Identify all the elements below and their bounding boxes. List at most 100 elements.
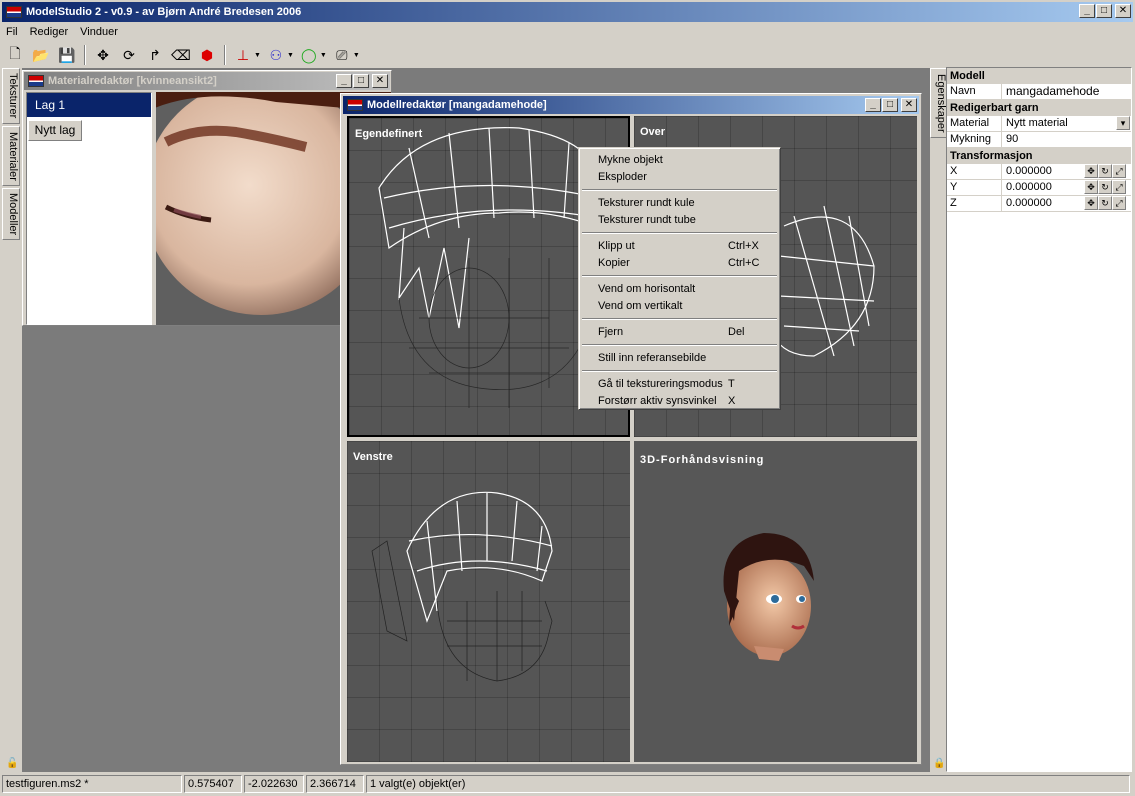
name-field[interactable]: mangadamehode xyxy=(1002,84,1131,99)
axis-dropdown-icon[interactable]: ▼ xyxy=(254,52,261,59)
scale-icon[interactable]: ⤢ xyxy=(1112,196,1126,210)
model-editor-title-bar[interactable]: Modellredaktør [mangadamehode] _ □ ✕ xyxy=(343,96,919,114)
scale-icon[interactable]: ⤢ xyxy=(1112,180,1126,194)
menu-item-label: Teksturer rundt kule xyxy=(598,196,695,209)
x-field[interactable]: 0.000000 xyxy=(1002,164,1084,179)
open-folder-icon[interactable]: 📂 xyxy=(30,44,52,66)
menu-item-label: Still inn referansebilde xyxy=(598,351,707,364)
property-key: Y xyxy=(947,180,1002,195)
scale-icon[interactable]: ⤢ xyxy=(1112,164,1126,178)
rotate-tool-icon[interactable]: ⟳ xyxy=(118,44,140,66)
menu-item-label: Klipp ut xyxy=(598,239,635,252)
menu-fil[interactable]: Fil xyxy=(0,26,24,38)
menu-item-copy[interactable]: Kopier Ctrl+C xyxy=(582,254,777,271)
viewport-left[interactable]: Venstre xyxy=(347,441,630,762)
rotate-icon[interactable]: ↻ xyxy=(1098,164,1112,178)
model-editor-title: Modellredaktør [mangadamehode] xyxy=(367,99,547,111)
new-layer-button[interactable]: Nytt lag xyxy=(28,120,82,141)
menu-item-shortcut: Ctrl+X xyxy=(728,239,759,252)
menu-item-label: Forstørr aktiv synsvinkel xyxy=(598,394,717,407)
rotate-icon[interactable]: ↻ xyxy=(1098,180,1112,194)
status-x: 0.575407 xyxy=(184,775,242,793)
tab-modeller[interactable]: Modeller xyxy=(2,188,20,240)
menu-item-shortcut: X xyxy=(728,394,736,407)
maximize-button[interactable]: □ xyxy=(1096,4,1112,18)
section-transform-header: Transformasjon xyxy=(947,148,1131,164)
chevron-down-icon[interactable]: ▾ xyxy=(1116,116,1130,130)
status-bar: testfiguren.ms2 * 0.575407 -2.022630 2.3… xyxy=(0,774,1135,794)
sphere-icon[interactable]: ◯ xyxy=(298,44,320,66)
lock-icon[interactable]: 🔓 xyxy=(6,758,18,769)
axis-icon[interactable]: ⊥ xyxy=(232,44,254,66)
move-icon[interactable]: ✥ xyxy=(1084,164,1098,178)
camera-icon[interactable]: ⎚ xyxy=(331,44,353,66)
status-selection: 1 valgt(e) objekt(er) xyxy=(366,775,1130,793)
sphere-dropdown-icon[interactable]: ▼ xyxy=(320,52,327,59)
move-icon[interactable]: ✥ xyxy=(1084,180,1098,194)
maximize-button[interactable]: □ xyxy=(882,98,898,112)
menu-bar: Fil Rediger Vinduer xyxy=(0,22,124,41)
new-file-icon[interactable]: 🗋 xyxy=(4,44,26,66)
property-row-z: Z 0.000000 ✥ ↻ ⤢ xyxy=(947,196,1131,212)
status-y: -2.022630 xyxy=(244,775,304,793)
menu-rediger[interactable]: Rediger xyxy=(24,26,75,38)
menu-item-texture-tube[interactable]: Teksturer rundt tube xyxy=(582,211,777,228)
status-file: testfiguren.ms2 * xyxy=(2,775,182,793)
smoothing-field[interactable]: 90 xyxy=(1002,132,1131,147)
left-side-tabs: Teksturer Materialer Modeller xyxy=(2,68,20,242)
close-button[interactable]: ✕ xyxy=(372,74,388,88)
menu-item-texture-sphere[interactable]: Teksturer rundt kule xyxy=(582,194,777,211)
menu-item-maximize-view[interactable]: Forstørr aktiv synsvinkel X xyxy=(582,392,777,409)
move-tool-icon[interactable]: ✥ xyxy=(92,44,114,66)
rotate-icon[interactable]: ↻ xyxy=(1098,196,1112,210)
joint-dropdown-icon[interactable]: ▼ xyxy=(287,52,294,59)
joint-icon[interactable]: ⚇ xyxy=(265,44,287,66)
menu-separator xyxy=(582,366,777,375)
close-button[interactable]: ✕ xyxy=(901,98,917,112)
tab-teksturer[interactable]: Teksturer xyxy=(2,68,20,124)
app-icon xyxy=(6,6,22,18)
save-disk-icon[interactable]: 💾 xyxy=(56,44,78,66)
material-select[interactable]: Nytt material ▾ xyxy=(1002,116,1131,131)
menu-item-texture-mode[interactable]: Gå til tekstureringsmodus T xyxy=(582,375,777,392)
paint-bucket-icon[interactable]: ⬢ xyxy=(196,44,218,66)
minimize-button[interactable]: _ xyxy=(1079,4,1095,18)
z-field[interactable]: 0.000000 xyxy=(1002,196,1084,211)
toolbar-separator xyxy=(224,45,226,65)
menu-separator xyxy=(582,271,777,280)
lock-icon[interactable]: 🔒 xyxy=(933,758,945,769)
menu-item-smooth-object[interactable]: Mykne objekt xyxy=(582,151,777,168)
camera-dropdown-icon[interactable]: ▼ xyxy=(353,52,360,59)
material-editor-window: Materialredaktør [kvinneansikt2] _ □ ✕ L… xyxy=(22,70,392,326)
minimize-button[interactable]: _ xyxy=(865,98,881,112)
app-title-bar[interactable]: ModelStudio 2 - v0.9 - av Bjørn André Br… xyxy=(2,2,1133,22)
layer-item[interactable]: Lag 1 xyxy=(27,93,151,117)
maximize-button[interactable]: □ xyxy=(353,74,369,88)
toolbar-separator xyxy=(84,45,86,65)
property-row-x: X 0.000000 ✥ ↻ ⤢ xyxy=(947,164,1131,180)
menu-vinduer[interactable]: Vinduer xyxy=(74,26,124,38)
app-title: ModelStudio 2 - v0.9 - av Bjørn André Br… xyxy=(26,6,302,18)
minimize-button[interactable]: _ xyxy=(336,74,352,88)
menu-item-flip-horizontal[interactable]: Vend om horisontalt xyxy=(582,280,777,297)
menu-item-explode[interactable]: Eksploder xyxy=(582,168,777,185)
property-key: Z xyxy=(947,196,1002,211)
property-key: Material xyxy=(947,116,1002,131)
move-icon[interactable]: ✥ xyxy=(1084,196,1098,210)
y-field[interactable]: 0.000000 xyxy=(1002,180,1084,195)
menu-item-remove[interactable]: Fjern Del xyxy=(582,323,777,340)
menu-item-cut[interactable]: Klipp ut Ctrl+X xyxy=(582,237,777,254)
viewport-3d-preview[interactable]: 3D-Forhåndsvisning xyxy=(634,441,917,762)
material-editor-title-bar[interactable]: Materialredaktør [kvinneansikt2] _ □ ✕ xyxy=(24,72,390,90)
menu-item-set-reference-image[interactable]: Still inn referansebilde xyxy=(582,349,777,366)
property-row-name: Navn mangadamehode xyxy=(947,84,1131,100)
tab-materialer[interactable]: Materialer xyxy=(2,126,20,186)
menu-item-label: Vend om vertikalt xyxy=(598,299,683,312)
close-button[interactable]: ✕ xyxy=(1115,4,1131,18)
eraser-tool-icon[interactable]: ⌫ xyxy=(170,44,192,66)
context-menu: Mykne objekt Eksploder Teksturer rundt k… xyxy=(578,147,781,410)
scale-tool-icon[interactable]: ↱ xyxy=(144,44,166,66)
menu-item-flip-vertical[interactable]: Vend om vertikalt xyxy=(582,297,777,314)
menu-item-shortcut: T xyxy=(728,377,735,390)
menu-item-label: Kopier xyxy=(598,256,630,269)
